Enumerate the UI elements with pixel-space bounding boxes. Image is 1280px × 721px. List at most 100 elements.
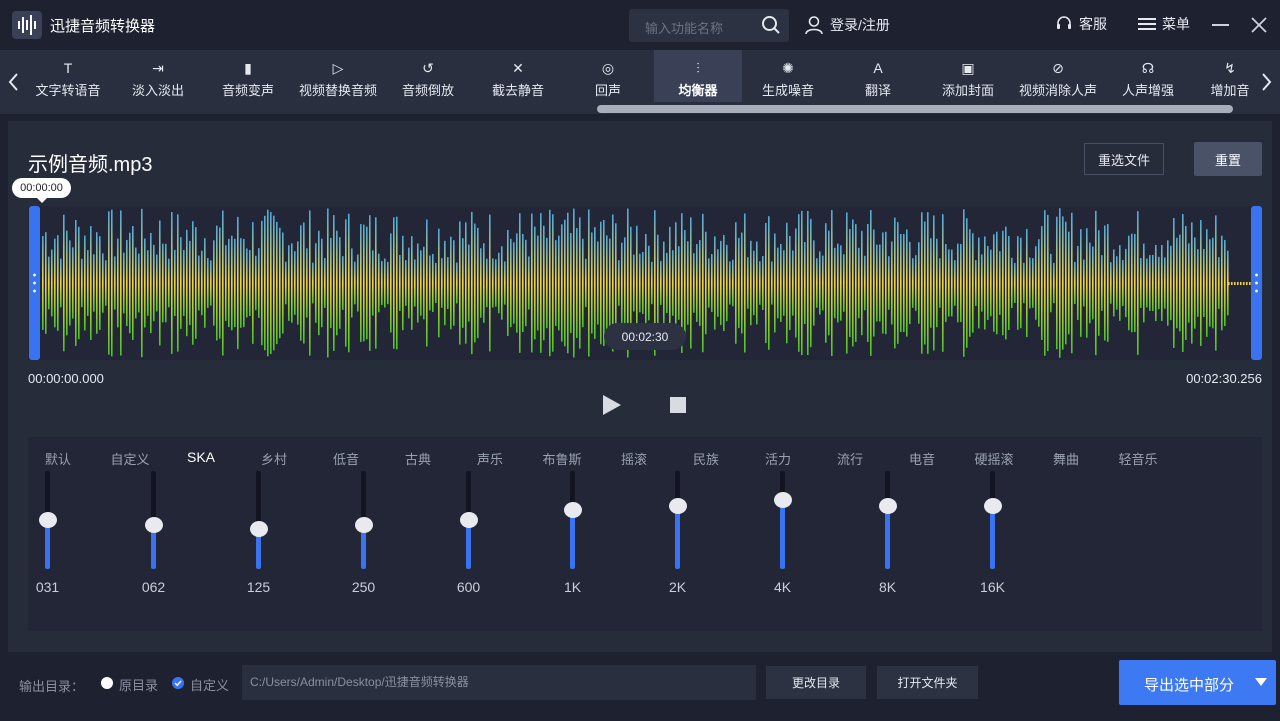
waveform-bar [102,253,104,313]
eq-slider-knob[interactable] [459,512,478,528]
waveform-bar [1023,262,1025,304]
eq-preset[interactable]: 低音 [316,449,376,468]
tool-remove-vocal[interactable]: ⊘ 视频消除人声 [1010,50,1106,102]
eq-slider-knob[interactable] [354,516,373,533]
eq-slider-knob[interactable] [983,498,1002,515]
waveform-bar [726,244,728,322]
original-dir-label[interactable]: 原目录 [119,675,158,694]
change-dir-button[interactable]: 更改目录 [766,666,866,699]
eq-slider-knob[interactable] [668,498,687,515]
toolbar-scrollbar[interactable] [597,105,1233,113]
eq-preset[interactable]: 古典 [388,449,448,468]
eq-preset[interactable]: 电音 [892,449,952,468]
tool-add-audio[interactable]: ↯ 增加音 [1205,50,1255,102]
waveform-bar [120,210,122,356]
eq-preset[interactable]: SKA [171,449,231,465]
waveform-bar [567,212,569,354]
tool-reverse[interactable]: ↺ 音频倒放 [393,50,463,102]
eq-freq-label: 8K [878,579,897,595]
eq-preset[interactable]: 摇滚 [604,449,664,468]
menu-button[interactable]: 菜单 [1138,14,1190,34]
translate-icon: A [873,60,883,76]
eq-preset[interactable]: 舞曲 [1036,449,1096,468]
eq-preset[interactable]: 流行 [820,449,880,468]
eq-slider-1K[interactable] [570,471,575,569]
waveform-bar [132,226,134,340]
eq-preset[interactable]: 轻音乐 [1108,449,1168,468]
eq-preset[interactable]: 活力 [748,449,808,468]
eq-preset[interactable]: 声乐 [460,449,520,468]
selection-end-handle[interactable] [1251,206,1262,360]
radio-custom-dir[interactable] [172,677,184,689]
eq-slider-knob[interactable] [38,512,57,528]
waveform-bar [249,249,251,317]
eq-preset[interactable]: 布鲁斯 [532,449,592,468]
eq-slider-knob[interactable] [563,502,582,519]
stop-icon[interactable] [670,397,686,413]
waveform-bar [489,214,491,352]
waveform-bar [174,249,176,317]
tool-fade[interactable]: ⇥ 淡入淡出 [123,50,193,102]
waveform-bar [117,238,119,328]
eq-preset[interactable]: 硬摇滚 [964,449,1024,468]
eq-preset[interactable]: 民族 [676,449,736,468]
eq-slider-16K[interactable] [990,471,995,569]
tool-voice-change[interactable]: ▮ 音频变声 [213,50,283,102]
eq-slider-knob[interactable] [249,520,268,537]
waveform-bar [180,237,182,329]
eq-slider-knob[interactable] [144,516,163,533]
waveform-bar [852,219,854,347]
export-selection-button[interactable]: 导出选中部分 [1119,660,1276,705]
custom-dir-label[interactable]: 自定义 [190,675,229,694]
scroll-left-icon[interactable] [6,70,22,94]
tool-vocal-enhance[interactable]: ☊ 人声增强 [1113,50,1183,102]
waveform-bar [537,235,539,331]
waveform-bar [141,208,143,358]
tool-text-to-speech[interactable]: T 文字转语音 [25,50,111,102]
hamburger-icon [1138,18,1156,30]
eq-slider-knob[interactable] [773,492,792,509]
open-folder-button[interactable]: 打开文件夹 [877,666,978,699]
eq-slider-2K[interactable] [675,471,680,569]
dropdown-caret-icon[interactable] [1255,678,1267,686]
close-icon[interactable] [1249,15,1269,35]
waveform-bar [240,238,242,328]
eq-slider-4K[interactable] [780,471,785,569]
tool-noise[interactable]: ✺ 生成噪音 [753,50,823,102]
waveform-bar [486,258,488,308]
waveform-bar [1056,216,1058,350]
eq-preset[interactable]: 默认 [28,449,88,468]
reset-button[interactable]: 重置 [1194,142,1262,176]
play-icon[interactable] [602,394,622,416]
customer-service-button[interactable]: 客服 [1055,14,1107,34]
tool-echo[interactable]: ◎ 回声 [573,50,643,102]
waveform-bar [411,236,413,330]
search-icon[interactable] [761,15,781,35]
eq-preset[interactable]: 乡村 [244,449,304,468]
waveform-bar [570,233,572,333]
output-path-field[interactable]: C:/Users/Admin/Desktop/迅捷音频转换器 [242,665,756,700]
scroll-right-icon[interactable] [1258,70,1274,94]
tool-video-audio[interactable]: ▷ 视频替换音频 [290,50,386,102]
eq-slider-knob[interactable] [878,498,897,515]
tool-label: 音频变声 [221,83,274,98]
waveform-bar [300,225,302,341]
waveform-bar [834,247,836,319]
search-box[interactable]: 输入功能名称 [629,9,789,42]
eq-preset[interactable]: 自定义 [100,449,160,468]
radio-original-dir[interactable] [101,677,113,689]
tool-mute-cut[interactable]: ✕ 截去静音 [483,50,553,102]
waveform-bar [741,232,743,334]
tool-equalizer[interactable]: ⫶ 均衡器 [654,50,742,102]
waveform-bar [456,262,458,304]
login-button[interactable]: 登录/注册 [804,14,890,36]
tool-cover[interactable]: ▣ 添加封面 [933,50,1003,102]
waveform-bar [759,261,761,305]
minimize-button[interactable] [1212,24,1229,26]
search-input[interactable]: 输入功能名称 [645,18,723,37]
tool-translate[interactable]: A 翻译 [843,50,913,102]
selection-start-handle[interactable] [29,206,40,360]
eq-slider-8K[interactable] [885,471,890,569]
waveform-bar [396,216,398,350]
reselect-file-button[interactable]: 重选文件 [1084,143,1164,175]
